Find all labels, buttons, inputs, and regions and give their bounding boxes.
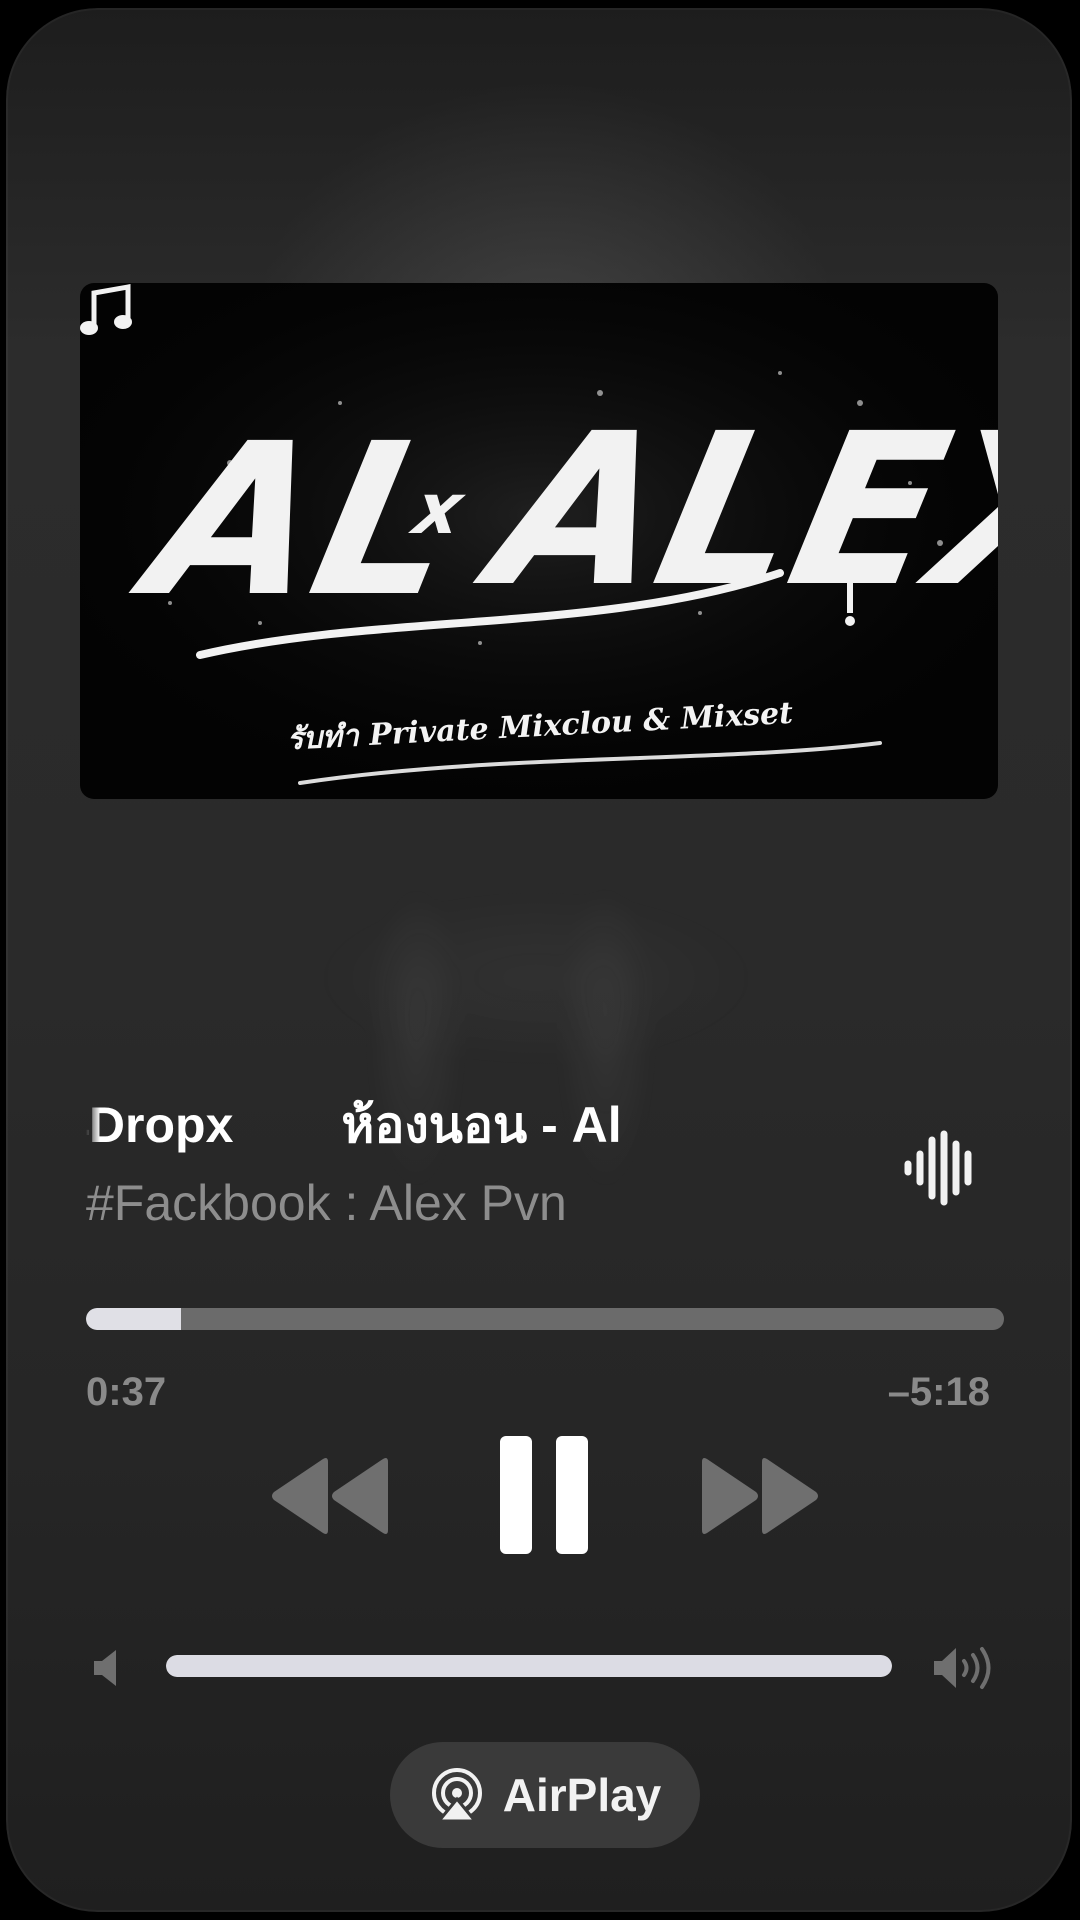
equalizer-icon[interactable] — [902, 1130, 982, 1206]
playback-progress-fill — [86, 1308, 182, 1330]
airplay-label: AirPlay — [502, 1769, 662, 1821]
track-title-marquee: 026 #4Dropx ห้องนอน - Al — [86, 1090, 868, 1160]
rewind-icon[interactable] — [268, 1456, 392, 1536]
track-title-part-2: ห้องนอน - Al — [341, 1097, 622, 1153]
volume-fill — [166, 1655, 892, 1677]
track-artist[interactable]: #Fackbook : Alex Pvn — [86, 1168, 567, 1238]
artwork-logo-text: AL x ALEX — [118, 389, 998, 643]
fast-forward-icon[interactable] — [698, 1456, 822, 1536]
playback-scrubber[interactable] — [86, 1308, 1004, 1330]
remaining-time: –5:18 — [887, 1370, 990, 1414]
elapsed-time: 0:37 — [86, 1370, 167, 1414]
volume-low-icon — [94, 1650, 116, 1686]
now-playing-card: AL x ALEX รับทำ Private Mixclou & Mixset… — [6, 8, 1072, 1912]
volume-high-icon — [934, 1647, 991, 1689]
track-title-part-1: 026 #4Dropx — [86, 1097, 234, 1153]
pause-icon[interactable] — [500, 1436, 588, 1554]
airplay-icon — [431, 1768, 482, 1823]
music-note-icon — [80, 284, 132, 335]
airplay-button[interactable]: AirPlay — [390, 1742, 700, 1848]
svg-text:ALEX: ALEX — [462, 389, 998, 633]
volume-slider[interactable] — [166, 1655, 892, 1677]
album-artwork[interactable]: AL x ALEX รับทำ Private Mixclou & Mixset — [80, 283, 998, 799]
track-title: 026 #4Dropx ห้องนอน - Al — [86, 1090, 622, 1160]
